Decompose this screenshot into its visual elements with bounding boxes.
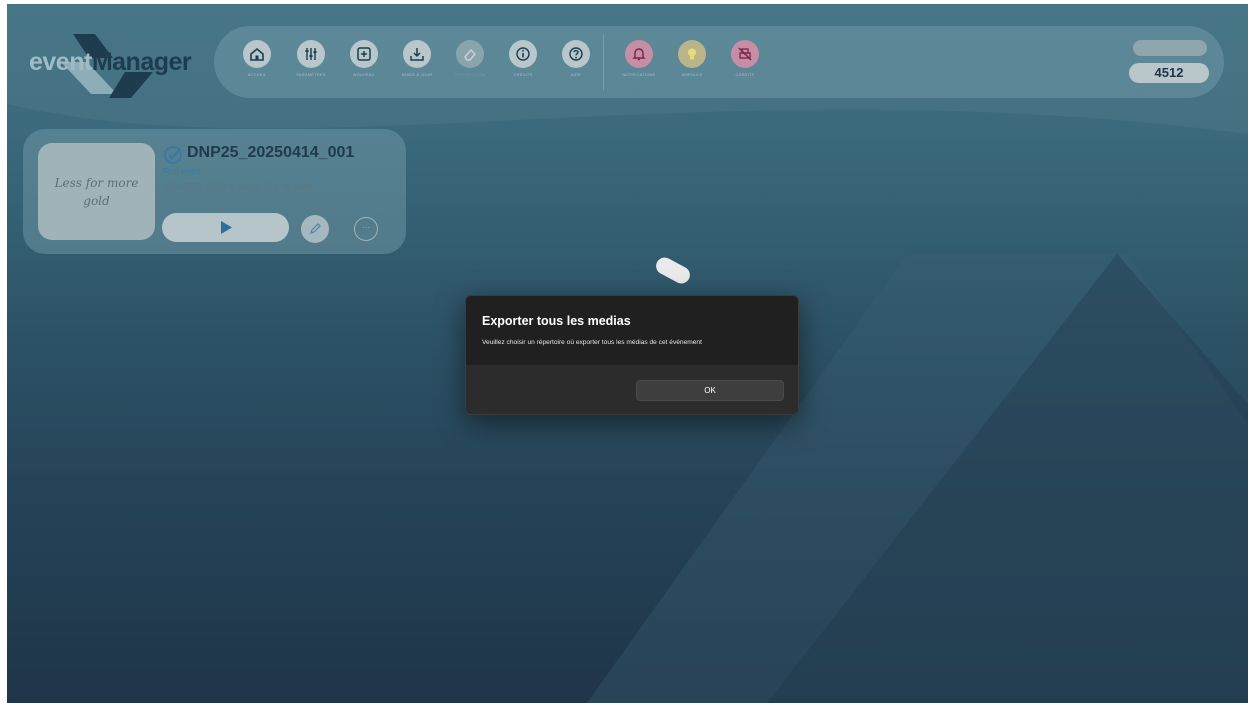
dialog-message: Veuillez choisir un répertoire où export… bbox=[482, 339, 702, 346]
toolbar-delete-button[interactable]: SUPPRESSION bbox=[445, 40, 495, 90]
main-toolbar: ACCUEIL PARAMÈTRES NOUVEAU MISES À JOUR … bbox=[214, 26, 1224, 98]
app-window: eventManager ACCUEIL PARAMÈTRES NOUVEAU … bbox=[7, 4, 1248, 703]
toolbar-new-label: NOUVEAU bbox=[353, 72, 375, 77]
dialog-footer: OK bbox=[466, 365, 798, 414]
logo-text-manager: Manager bbox=[91, 48, 192, 76]
edit-button[interactable] bbox=[301, 215, 329, 243]
play-button[interactable] bbox=[162, 213, 289, 242]
toolbar-notifications-label: NOTIFICATIONS bbox=[622, 72, 656, 77]
toolbar-separator bbox=[603, 34, 604, 90]
user-badge[interactable] bbox=[1133, 40, 1207, 56]
toolbar-home-button[interactable]: ACCUEIL bbox=[232, 40, 282, 90]
play-icon bbox=[220, 221, 232, 234]
more-options-button[interactable]: ··· bbox=[354, 217, 378, 241]
event-duration: 6 jour(s) bbox=[229, 182, 260, 191]
toolbar-delete-label: SUPPRESSION bbox=[454, 72, 486, 77]
logo-text-event: event bbox=[29, 48, 92, 76]
toolbar-settings-button[interactable]: PARAMÈTRES bbox=[286, 40, 336, 90]
toolbar-bulb-label: AMPOULE bbox=[681, 72, 703, 77]
plus-square-icon bbox=[357, 47, 371, 61]
dialog-title: Exporter tous les medias bbox=[482, 314, 631, 328]
event-card[interactable]: Less for more gold DNP25_20250414_001 Fi… bbox=[23, 129, 406, 254]
toolbar-home-label: ACCUEIL bbox=[247, 72, 267, 77]
info-icon bbox=[516, 47, 530, 61]
no-print-icon bbox=[738, 47, 752, 61]
eraser-icon bbox=[464, 48, 476, 61]
pencil-icon bbox=[310, 223, 321, 234]
event-thumbnail: Less for more gold bbox=[38, 143, 155, 240]
toolbar-help-label: AIDE bbox=[570, 72, 582, 77]
logo-text: eventManager bbox=[29, 48, 192, 77]
counter-badge: 4512 bbox=[1129, 63, 1209, 83]
toolbar-credits-label: CRÉDITS bbox=[513, 72, 533, 77]
lightbulb-icon bbox=[688, 48, 696, 60]
toolbar-notifications-button[interactable]: NOTIFICATIONS bbox=[614, 40, 664, 90]
toolbar-credits-button[interactable]: CRÉDITS bbox=[498, 40, 548, 90]
ok-button[interactable]: OK bbox=[636, 380, 784, 401]
event-subtitle: First event bbox=[163, 167, 201, 176]
toolbar-help-button[interactable]: AIDE bbox=[551, 40, 601, 90]
toolbar-updates-label: MISES À JOUR bbox=[401, 72, 433, 77]
thumbnail-caption-line2: gold bbox=[83, 193, 110, 208]
event-title: DNP25_20250414_001 bbox=[187, 144, 355, 161]
help-icon bbox=[569, 47, 583, 61]
event-date: 14/04/2025 06:00 bbox=[163, 182, 227, 191]
thumbnail-caption-line1: Less for more bbox=[54, 175, 139, 190]
event-pages: Plus de page bbox=[263, 182, 312, 191]
home-icon bbox=[250, 47, 264, 61]
verified-check-icon bbox=[164, 146, 182, 164]
sliders-icon bbox=[305, 48, 317, 60]
toolbar-print-label: CRÉDITS bbox=[735, 72, 755, 77]
bell-icon bbox=[632, 48, 646, 61]
toolbar-print-button[interactable]: CRÉDITS bbox=[720, 40, 770, 90]
export-dialog: Exporter tous les medias Veuillez choisi… bbox=[465, 295, 799, 415]
event-meta: 14/04/2025 06:00 6 jour(s) Plus de page bbox=[163, 182, 312, 191]
loading-spinner bbox=[653, 254, 693, 287]
download-icon bbox=[410, 48, 424, 61]
toolbar-updates-button[interactable]: MISES À JOUR bbox=[392, 40, 442, 90]
app-logo: eventManager bbox=[27, 22, 207, 102]
toolbar-settings-label: PARAMÈTRES bbox=[296, 72, 326, 77]
thumbnail-caption: Less for more gold bbox=[55, 174, 139, 210]
toolbar-new-button[interactable]: NOUVEAU bbox=[339, 40, 389, 90]
toolbar-bulb-button[interactable]: AMPOULE bbox=[667, 40, 717, 90]
